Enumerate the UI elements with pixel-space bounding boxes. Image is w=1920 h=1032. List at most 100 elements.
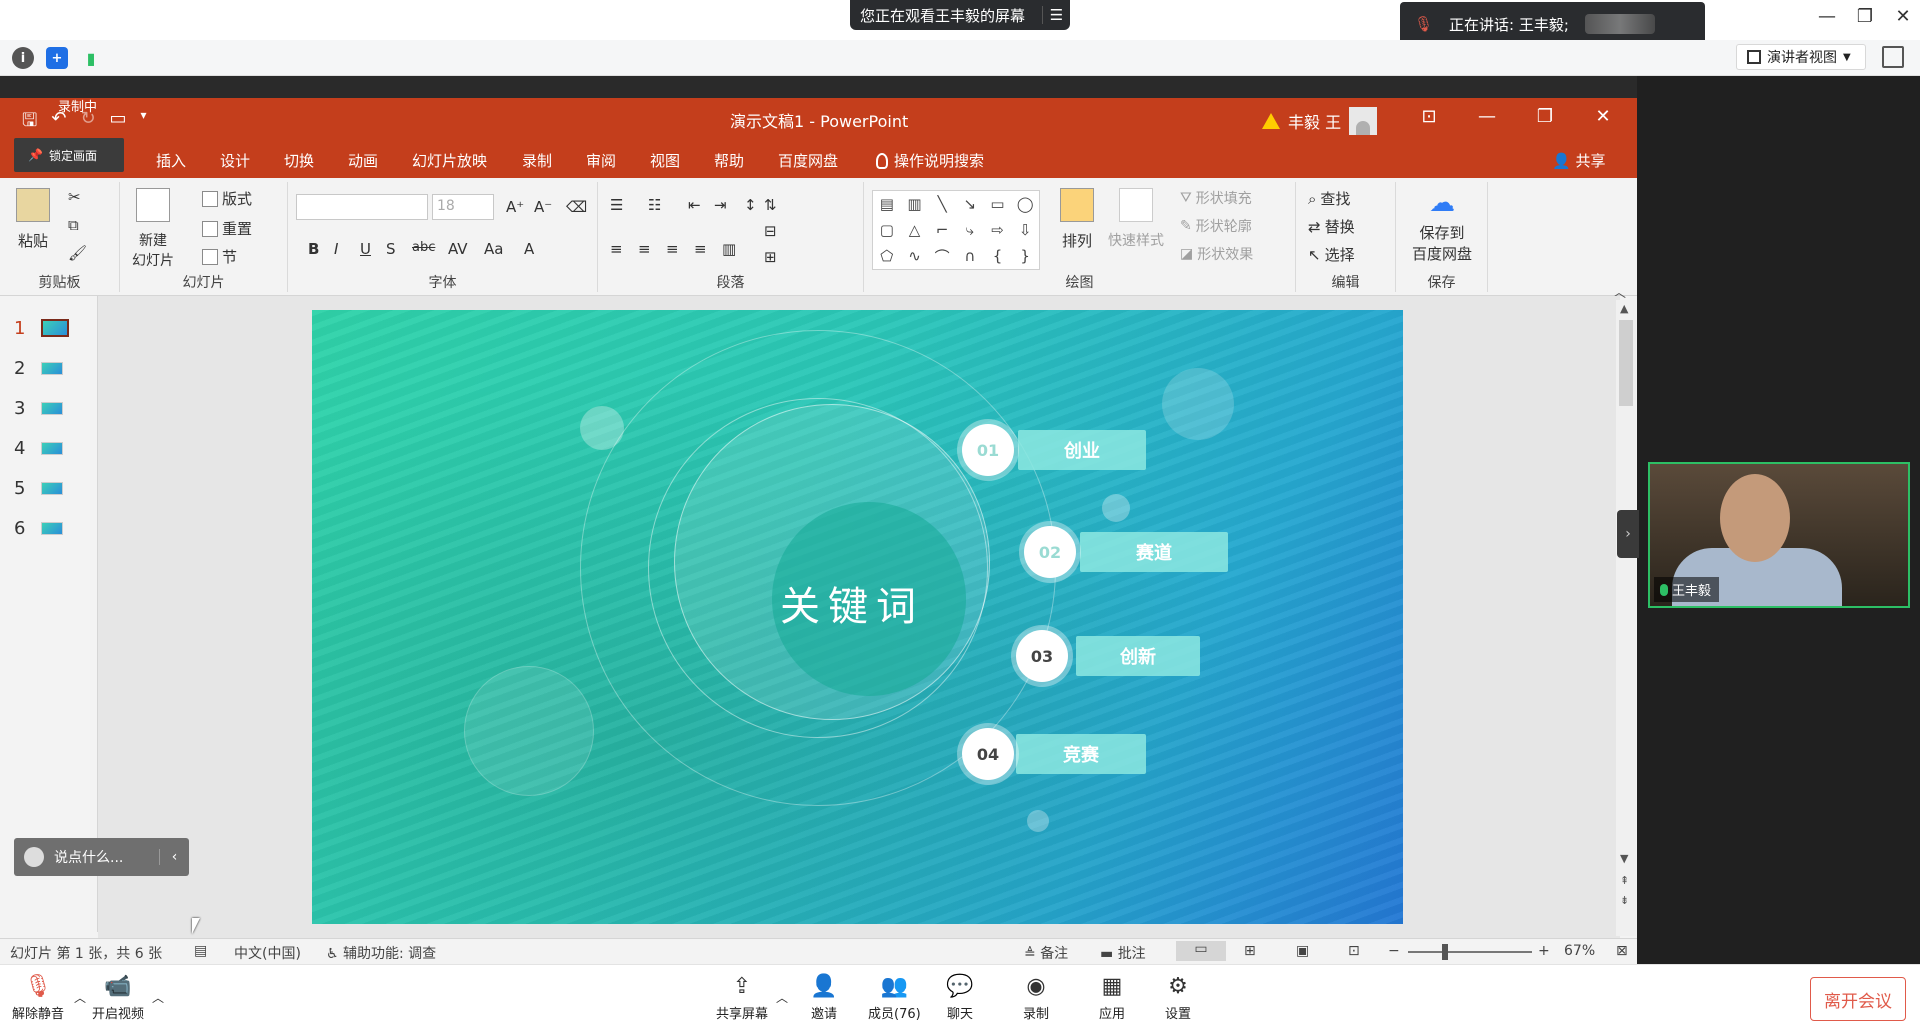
accessibility-status[interactable]: ♿ 辅助功能: 调查 xyxy=(326,943,436,963)
shrink-font-icon[interactable]: A⁻ xyxy=(534,198,552,216)
bold-icon[interactable]: B xyxy=(308,240,319,258)
share-screen-button[interactable]: ⇪ 共享屏幕 xyxy=(716,973,768,1023)
banner-menu-icon[interactable]: ☰ xyxy=(1042,6,1070,24)
font-size-input[interactable]: 18 xyxy=(432,194,494,220)
numbering-icon[interactable]: ☷ xyxy=(648,196,661,214)
fullscreen-icon[interactable] xyxy=(1882,46,1904,68)
participant-video[interactable]: 王丰毅 xyxy=(1648,462,1910,608)
section-button[interactable]: 节 xyxy=(202,246,237,267)
columns-icon[interactable]: ▥ xyxy=(722,240,736,258)
slideshow-icon[interactable]: ⊡ xyxy=(1348,943,1360,959)
paste-button[interactable]: 粘贴 xyxy=(16,188,50,251)
fit-slide-icon[interactable]: ⊠ xyxy=(1616,943,1628,959)
underline-icon[interactable]: U xyxy=(360,240,371,258)
layout-button[interactable]: 版式 xyxy=(202,188,252,209)
grow-font-icon[interactable]: A⁺ xyxy=(506,198,524,216)
present-icon[interactable]: ▭ xyxy=(110,108,127,138)
find-button[interactable]: ⌕ 查找 xyxy=(1308,188,1350,209)
tab-record[interactable]: 录制 xyxy=(522,150,552,171)
save-baidu-button[interactable]: ☁ 保存到 百度网盘 xyxy=(1412,188,1472,264)
zoom-slider[interactable] xyxy=(1408,951,1532,953)
zoom-in-icon[interactable]: + xyxy=(1538,943,1550,959)
slide-thumb-2[interactable]: 2 xyxy=(14,358,84,379)
panel-toggle-chevron-icon[interactable]: › xyxy=(1617,510,1639,558)
viewing-banner[interactable]: 您正在观看王丰毅的屏幕 ☰ xyxy=(850,0,1070,30)
next-slide-icon[interactable]: ⇟ xyxy=(1620,894,1629,907)
align-center-icon[interactable]: ≡ xyxy=(638,240,651,258)
slide-sorter-icon[interactable]: ⊞ xyxy=(1244,943,1256,959)
apps-button[interactable]: ▦ 应用 xyxy=(1098,973,1126,1023)
tab-baidu[interactable]: 百度网盘 xyxy=(778,150,838,171)
tab-transitions[interactable]: 切换 xyxy=(284,150,314,171)
reading-view-icon[interactable]: ▣ xyxy=(1296,943,1309,959)
align-left-icon[interactable]: ≡ xyxy=(610,240,623,258)
vertical-scrollbar[interactable]: ▲ ▼ ⇞ ⇟ xyxy=(1616,300,1636,936)
slide-thumb-5[interactable]: 5 xyxy=(14,478,84,499)
increase-indent-icon[interactable]: ⇥ xyxy=(714,196,727,214)
presenter-view-dropdown[interactable]: 演讲者视图 ▼ xyxy=(1736,44,1866,70)
invite-button[interactable]: 👤 邀请 xyxy=(810,973,838,1023)
audio-options-chevron-icon[interactable]: ︿ xyxy=(74,989,86,1006)
info-icon[interactable]: i xyxy=(12,47,34,69)
new-slide-button[interactable]: 新建 幻灯片 xyxy=(132,188,174,270)
reset-button[interactable]: 重置 xyxy=(202,218,252,239)
align-right-icon[interactable]: ≡ xyxy=(666,240,679,258)
format-painter-icon[interactable]: 🖌 xyxy=(68,244,87,262)
cut-icon[interactable]: ✂ xyxy=(68,188,81,206)
smartart-icon[interactable]: ⊞ xyxy=(764,248,777,266)
account-area[interactable]: 丰毅 王 xyxy=(1262,107,1378,135)
tab-design[interactable]: 设计 xyxy=(220,150,250,171)
scroll-down-icon[interactable]: ▼ xyxy=(1620,852,1628,865)
unmute-button[interactable]: 🎙 解除静音 xyxy=(12,973,64,1023)
leave-meeting-button[interactable]: 离开会议 xyxy=(1810,977,1906,1021)
line-spacing-icon[interactable]: ↕ xyxy=(744,196,757,214)
share-options-chevron-icon[interactable]: ︿ xyxy=(776,989,788,1006)
close-icon[interactable]: ✕ xyxy=(1884,6,1920,27)
font-color-icon[interactable]: A xyxy=(524,240,534,258)
tab-view[interactable]: 视图 xyxy=(650,150,680,171)
clear-format-icon[interactable]: ⌫ xyxy=(566,198,587,216)
zoom-out-icon[interactable]: − xyxy=(1388,943,1400,959)
emoji-icon[interactable] xyxy=(24,847,44,867)
signal-icon[interactable]: ▮ xyxy=(80,47,102,69)
share-button[interactable]: 👤 共享 xyxy=(1552,150,1605,171)
settings-button[interactable]: ⚙ 设置 xyxy=(1164,973,1192,1023)
align-text-icon[interactable]: ⊟ xyxy=(764,222,777,240)
spacing-icon[interactable]: AV xyxy=(448,240,468,258)
italic-icon[interactable]: I xyxy=(334,240,338,258)
slide-canvas[interactable]: 关键词 创业 01 赛道 02 创新 03 竞赛 04 xyxy=(312,310,1403,924)
zoom-slider-handle[interactable] xyxy=(1442,944,1448,960)
arrange-button[interactable]: 排列 xyxy=(1060,188,1094,251)
copy-icon[interactable]: ⧉ xyxy=(68,216,79,234)
minimize-icon[interactable]: — xyxy=(1458,106,1516,127)
notes-button[interactable]: ≜ 备注 xyxy=(1024,943,1068,963)
tab-slideshow[interactable]: 幻灯片放映 xyxy=(412,150,487,171)
spellcheck-icon[interactable]: ▤ xyxy=(194,943,207,959)
slide-thumb-1[interactable]: 1 xyxy=(14,318,84,339)
slide-thumb-6[interactable]: 6 xyxy=(14,518,84,539)
shape-fill-button[interactable]: ⛛ 形状填充 xyxy=(1180,188,1252,208)
shape-effects-button[interactable]: ◪ 形状效果 xyxy=(1180,244,1253,264)
language-status[interactable]: 中文(中国) xyxy=(234,943,301,963)
collapse-chevron-icon[interactable]: ‹ xyxy=(159,849,189,865)
change-case-icon[interactable]: Aa xyxy=(484,240,503,258)
normal-view-icon[interactable]: ▭ xyxy=(1176,941,1226,961)
slide-thumb-3[interactable]: 3 xyxy=(14,398,84,419)
comments-button[interactable]: ▬ 批注 xyxy=(1100,943,1146,963)
restore-icon[interactable]: ❐ xyxy=(1516,106,1574,127)
tab-animations[interactable]: 动画 xyxy=(348,150,378,171)
slide-thumb-4[interactable]: 4 xyxy=(14,438,84,459)
decrease-indent-icon[interactable]: ⇤ xyxy=(688,196,701,214)
customize-qat-icon[interactable]: ▾ xyxy=(141,108,147,138)
chat-quick-input[interactable]: 说点什么... ‹ xyxy=(14,838,189,876)
scroll-thumb[interactable] xyxy=(1619,320,1633,406)
lock-screen-tooltip[interactable]: 📌 锁定画面 xyxy=(14,138,124,172)
quick-styles-button[interactable]: 快速样式 xyxy=(1108,188,1164,250)
text-direction-icon[interactable]: ⇅ xyxy=(764,196,777,214)
record-button[interactable]: ◉ 录制 xyxy=(1022,973,1050,1023)
shadow-icon[interactable]: S xyxy=(386,240,396,258)
tab-insert[interactable]: 插入 xyxy=(156,150,186,171)
shape-outline-button[interactable]: ✎ 形状轮廓 xyxy=(1180,216,1252,236)
tell-me-search[interactable]: 操作说明搜索 xyxy=(876,150,984,171)
font-name-input[interactable] xyxy=(296,194,428,220)
